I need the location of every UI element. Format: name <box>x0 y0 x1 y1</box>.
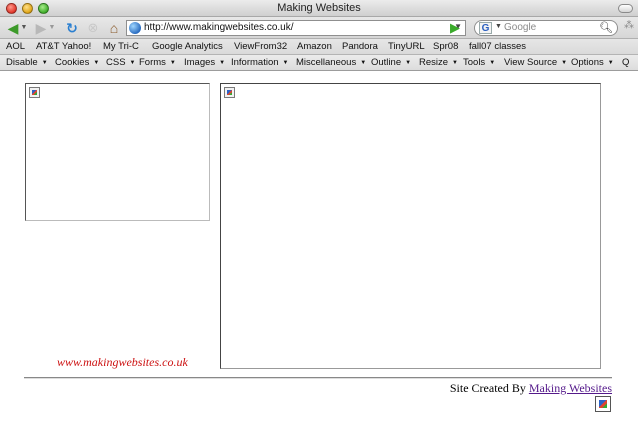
forward-history-dropdown-icon[interactable]: ▼ <box>48 20 56 36</box>
title-bar: Making Websites <box>0 0 638 17</box>
footer-prefix: Site Created By <box>449 381 526 395</box>
dropdown-arrow-icon: ▼ <box>360 60 367 66</box>
bookmark-item[interactable]: TinyURL <box>388 41 425 52</box>
web-developer-toolbar: Disable ▼ Cookies ▼ CSS ▼ Forms ▼ Images ▼ In… <box>0 55 638 71</box>
dev-menu-view-source[interactable]: View Source ▼ <box>504 57 567 68</box>
reload-icon[interactable]: ↻ <box>64 20 80 36</box>
dropdown-arrow-icon: ▼ <box>129 60 136 66</box>
dropdown-arrow-icon: ▼ <box>169 60 176 66</box>
broken-image-icon <box>224 87 235 98</box>
dropdown-arrow-icon: ▼ <box>561 60 568 66</box>
making-websites-link[interactable]: Making Websites <box>529 381 612 395</box>
bookmark-item[interactable]: AOL <box>6 41 25 52</box>
toolbar-toggle-button[interactable] <box>618 4 633 13</box>
search-input[interactable]: Google <box>504 22 536 33</box>
dev-menu-information[interactable]: Information ▼ <box>231 57 288 68</box>
go-arrow-icon[interactable]: ▶ <box>450 20 464 36</box>
dropdown-arrow-icon: ▼ <box>41 60 48 66</box>
dev-menu-outline[interactable]: Outline ▼ <box>371 57 411 68</box>
navigation-toolbar: ◀ ▼ ▶ ▼ ↻ ⊗ ⌂ http://www.makingwebsites.… <box>0 17 638 39</box>
site-favicon-icon <box>129 22 141 34</box>
search-bar[interactable]: G ▼ Google 🔍︎ <box>474 20 618 36</box>
dev-menu-images[interactable]: Images ▼ <box>184 57 225 68</box>
bookmark-item[interactable]: ViewFrom32 <box>234 41 287 52</box>
dev-menu-overflow[interactable]: Q <box>622 57 629 68</box>
search-engine-google-icon[interactable]: G <box>479 22 492 34</box>
bookmark-item[interactable]: Spr08 <box>433 41 458 52</box>
stop-icon[interactable]: ⊗ <box>85 20 101 36</box>
dev-menu-resize[interactable]: Resize ▼ <box>419 57 458 68</box>
window-title: Making Websites <box>277 2 361 14</box>
activity-throbber-icon: ⁂ <box>624 20 634 31</box>
dev-menu-miscellaneous[interactable]: Miscellaneous ▼ <box>296 57 366 68</box>
site-url-text: www.makingwebsites.co.uk <box>57 355 188 369</box>
footer-credit: Site Created By Making Websites <box>450 381 612 396</box>
dropdown-arrow-icon: ▼ <box>405 60 412 66</box>
url-text[interactable]: http://www.makingwebsites.co.uk/ <box>144 22 294 33</box>
main-image-box <box>220 83 601 369</box>
dev-menu-forms[interactable]: Forms ▼ <box>139 57 176 68</box>
dev-menu-disable[interactable]: Disable ▼ <box>6 57 48 68</box>
dropdown-arrow-icon: ▼ <box>489 60 496 66</box>
dev-menu-options[interactable]: Options ▼ <box>571 57 614 68</box>
bookmark-item[interactable]: Amazon <box>297 41 332 52</box>
left-image-box <box>25 83 210 221</box>
page-content: www.makingwebsites.co.uk Site Created By… <box>0 71 638 434</box>
url-bar[interactable]: http://www.makingwebsites.co.uk/ ▼ <box>126 20 466 36</box>
bookmark-item[interactable]: AT&T Yahoo! <box>36 41 91 52</box>
bookmark-item[interactable]: Google Analytics <box>152 41 223 52</box>
bookmark-item[interactable]: fall07 classes <box>469 41 526 52</box>
bookmark-item[interactable]: My Tri-C <box>103 41 139 52</box>
dropdown-arrow-icon: ▼ <box>93 60 100 66</box>
bookmark-item[interactable]: Pandora <box>342 41 378 52</box>
home-icon[interactable]: ⌂ <box>106 20 122 36</box>
bookmarks-bar: AOL AT&T Yahoo! My Tri-C Google Analytic… <box>0 39 638 55</box>
dev-menu-css[interactable]: CSS ▼ <box>106 57 136 68</box>
magnifier-icon[interactable]: 🔍︎ <box>599 21 613 34</box>
back-history-dropdown-icon[interactable]: ▼ <box>20 20 28 36</box>
dropdown-arrow-icon: ▼ <box>607 60 614 66</box>
search-engine-dropdown-icon[interactable]: ▼ <box>495 23 502 30</box>
browser-window: Making Websites ◀ ▼ ▶ ▼ ↻ ⊗ ⌂ http://www… <box>0 0 638 434</box>
dropdown-arrow-icon: ▼ <box>282 60 289 66</box>
dropdown-arrow-icon: ▼ <box>452 60 458 66</box>
dev-menu-cookies[interactable]: Cookies ▼ <box>55 57 99 68</box>
broken-image-icon <box>595 396 611 412</box>
dev-menu-tools[interactable]: Tools ▼ <box>463 57 495 68</box>
broken-image-icon <box>29 87 40 98</box>
dropdown-arrow-icon: ▼ <box>219 60 226 66</box>
horizontal-divider <box>24 377 612 379</box>
